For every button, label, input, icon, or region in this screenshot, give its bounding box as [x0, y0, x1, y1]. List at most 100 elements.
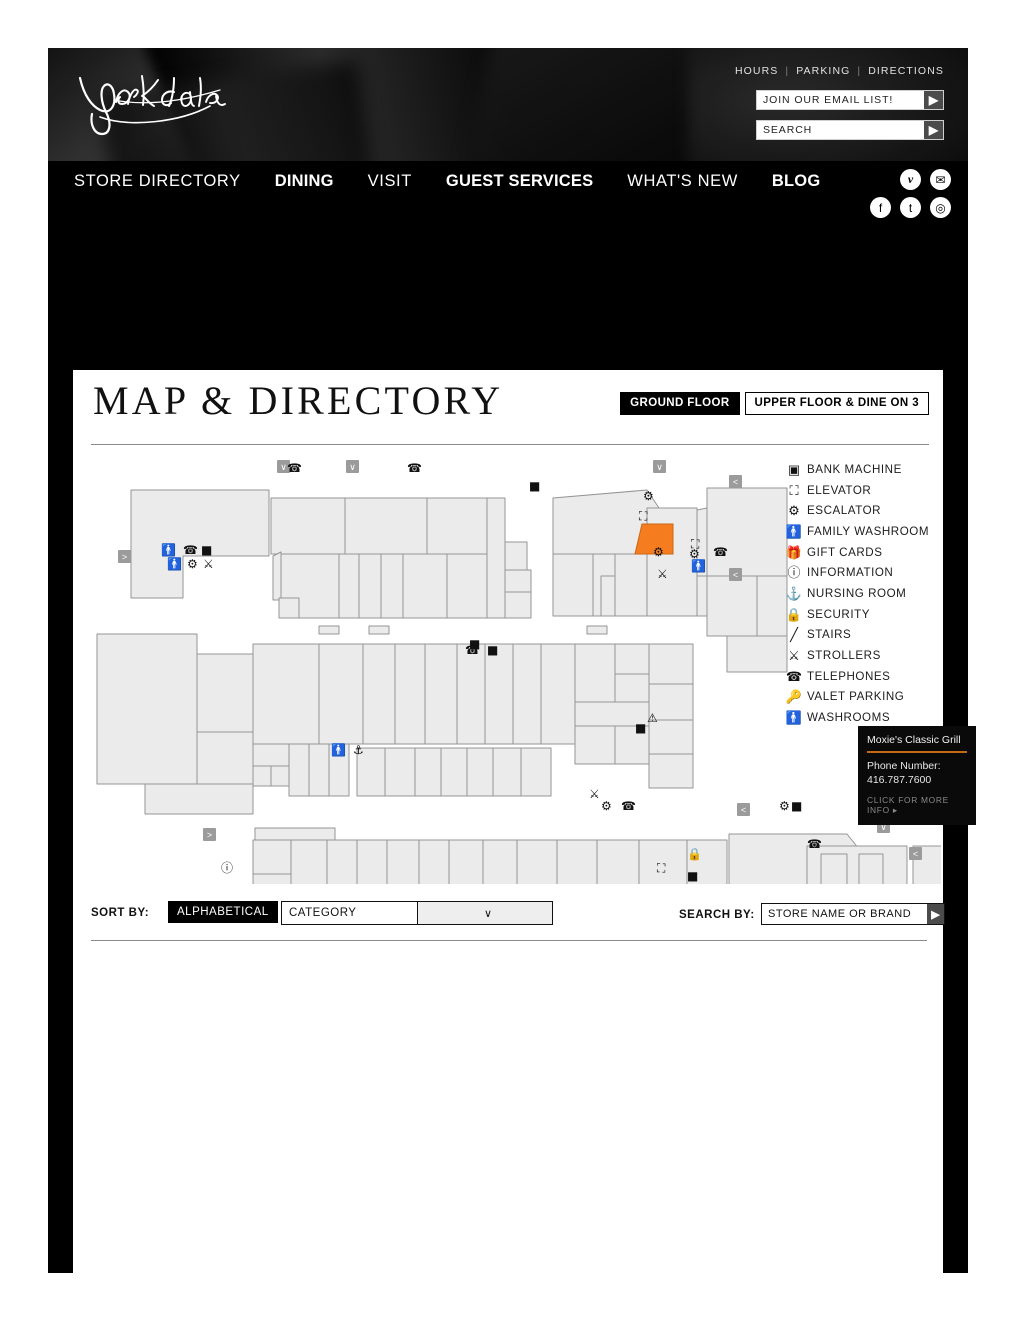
map-legend: ▣ BANK MACHINE ⛶ ELEVATOR ⚙ ESCALATOR 🚹 … — [781, 459, 929, 728]
hours-link[interactable]: HOURS — [735, 65, 778, 77]
nav-guest-services[interactable]: GUEST SERVICES — [446, 172, 593, 191]
svg-text:☎: ☎ — [621, 799, 636, 813]
svg-text:⚓: ⚓ — [353, 743, 364, 757]
main-navigation: STORE DIRECTORY DINING VISIT GUEST SERVI… — [48, 161, 968, 218]
legend-label: STROLLERS — [807, 649, 881, 663]
svg-text:■: ■ — [201, 543, 212, 557]
legend-label: INFORMATION — [807, 566, 894, 580]
legend-item-information: ⓘ INFORMATION — [781, 562, 929, 583]
svg-text:■: ■ — [687, 869, 698, 883]
nav-whats-new[interactable]: WHAT'S NEW — [627, 172, 738, 191]
svg-text:🚹: 🚹 — [691, 559, 706, 573]
legend-item-bank-machine: ▣ BANK MACHINE — [781, 459, 929, 480]
title-row: MAP & DIRECTORY GROUND FLOOR UPPER FLOOR… — [93, 379, 929, 423]
store-search-submit-button[interactable]: ▶ — [927, 904, 944, 924]
parking-link[interactable]: PARKING — [796, 65, 850, 77]
directions-link[interactable]: DIRECTIONS — [868, 65, 944, 77]
svg-text:∨: ∨ — [280, 462, 287, 472]
svg-text:<: < — [733, 570, 738, 580]
svg-text:⚔: ⚔ — [589, 787, 600, 801]
svg-text:∨: ∨ — [656, 462, 663, 472]
legend-item-gift-cards: 🎁 GIFT CARDS — [781, 542, 929, 563]
legend-label: ESCALATOR — [807, 504, 882, 518]
chevron-down-icon[interactable]: ∨ — [416, 902, 552, 924]
divider: | — [857, 65, 862, 77]
email-signup-field[interactable]: ▶ — [756, 90, 944, 110]
store-tooltip[interactable]: Moxie's Classic Grill Phone Number: 416.… — [858, 726, 976, 825]
escalator-icon: ⚙ — [788, 503, 800, 519]
instagram-icon[interactable]: ◎ — [930, 197, 951, 218]
floor-selector: GROUND FLOOR UPPER FLOOR & DINE ON 3 — [620, 392, 929, 415]
svg-text:<: < — [741, 805, 746, 815]
legend-label: SECURITY — [807, 607, 871, 621]
legend-item-valet-parking: 🔑 VALET PARKING — [781, 687, 929, 708]
upper-floor-button[interactable]: UPPER FLOOR & DINE ON 3 — [744, 392, 929, 415]
svg-text:∨: ∨ — [349, 462, 356, 472]
facebook-icon[interactable]: f — [870, 197, 891, 218]
svg-text:<: < — [913, 849, 918, 859]
legend-item-family-washroom: 🚹 FAMILY WASHROOM — [781, 521, 929, 542]
information-icon: ⓘ — [787, 565, 801, 581]
legend-label: VALET PARKING — [807, 690, 905, 704]
twitter-icon[interactable]: t — [900, 197, 921, 218]
site-header: HOURS | PARKING | DIRECTIONS ▶ ▶ — [48, 48, 968, 161]
tooltip-more-info-link[interactable]: CLICK FOR MORE INFO ▸ — [867, 795, 967, 815]
email-submit-button[interactable]: ▶ — [924, 91, 943, 109]
legend-label: STAIRS — [807, 628, 852, 642]
tooltip-store-name: Moxie's Classic Grill — [867, 734, 967, 753]
nav-store-directory[interactable]: STORE DIRECTORY — [74, 172, 241, 191]
family-washroom-icon: 🚹 — [785, 523, 803, 539]
legend-label: GIFT CARDS — [807, 545, 883, 559]
svg-text:⚙: ⚙ — [601, 799, 612, 813]
vimeo-icon[interactable]: v — [900, 169, 921, 190]
svg-text:■: ■ — [529, 479, 540, 493]
svg-text:>: > — [207, 830, 212, 840]
search-input[interactable] — [757, 121, 924, 139]
page-title: MAP & DIRECTORY — [93, 378, 504, 423]
svg-text:☎: ☎ — [183, 543, 198, 557]
social-icons-row: v ✉ — [900, 169, 951, 190]
svg-text:☎: ☎ — [807, 837, 822, 851]
svg-text:■: ■ — [791, 799, 802, 813]
header-top-links: HOURS | PARKING | DIRECTIONS — [735, 65, 944, 77]
svg-text:🚹: 🚹 — [331, 743, 346, 757]
store-search-field[interactable]: ▶ — [761, 903, 945, 925]
svg-text:⚙: ⚙ — [779, 799, 790, 813]
category-select[interactable]: CATEGORY ∨ — [281, 901, 553, 925]
search-submit-button[interactable]: ▶ — [924, 121, 943, 139]
svg-text:⚙: ⚙ — [643, 489, 654, 503]
email-input[interactable] — [757, 91, 924, 109]
legend-item-stairs: ╱ STAIRS — [781, 625, 929, 646]
legend-label: WASHROOMS — [807, 711, 891, 725]
header-search-field[interactable]: ▶ — [756, 120, 944, 140]
yorkdale-logo[interactable] — [70, 62, 290, 142]
legend-item-escalator: ⚙ ESCALATOR — [781, 500, 929, 521]
svg-text:⚔: ⚔ — [203, 557, 214, 571]
legend-item-elevator: ⛶ ELEVATOR — [781, 480, 929, 501]
nav-dining[interactable]: DINING — [275, 172, 334, 191]
svg-text:ⓘ: ⓘ — [221, 861, 233, 875]
nav-blog[interactable]: BLOG — [772, 172, 820, 191]
svg-text:⚙: ⚙ — [187, 557, 198, 571]
legend-item-nursing-room: ⚓ NURSING ROOM — [781, 583, 929, 604]
stairs-icon: ╱ — [790, 627, 798, 643]
svg-text:🔒: 🔒 — [687, 847, 702, 861]
elevator-icon: ⛶ — [789, 482, 799, 498]
alphabetical-button[interactable]: ALPHABETICAL — [168, 901, 278, 923]
email-icon[interactable]: ✉ — [930, 169, 951, 190]
svg-text:🚹: 🚹 — [161, 543, 176, 557]
svg-text:☎: ☎ — [407, 461, 422, 475]
store-search-input[interactable] — [762, 904, 927, 924]
ground-floor-button[interactable]: GROUND FLOOR — [620, 392, 740, 415]
svg-text:☎: ☎ — [465, 643, 480, 657]
svg-text:☎: ☎ — [287, 461, 302, 475]
valet-parking-icon: 🔑 — [785, 689, 803, 705]
svg-text:<: < — [733, 477, 738, 487]
security-icon: 🔒 — [785, 606, 803, 622]
telephone-icon: ☎ — [785, 668, 803, 684]
svg-text:⛶: ⛶ — [638, 509, 648, 523]
tooltip-phone-number: 416.787.7600 — [867, 774, 932, 786]
legend-label: NURSING ROOM — [807, 586, 907, 600]
category-select-value: CATEGORY — [289, 907, 357, 919]
nav-visit[interactable]: VISIT — [368, 172, 412, 191]
